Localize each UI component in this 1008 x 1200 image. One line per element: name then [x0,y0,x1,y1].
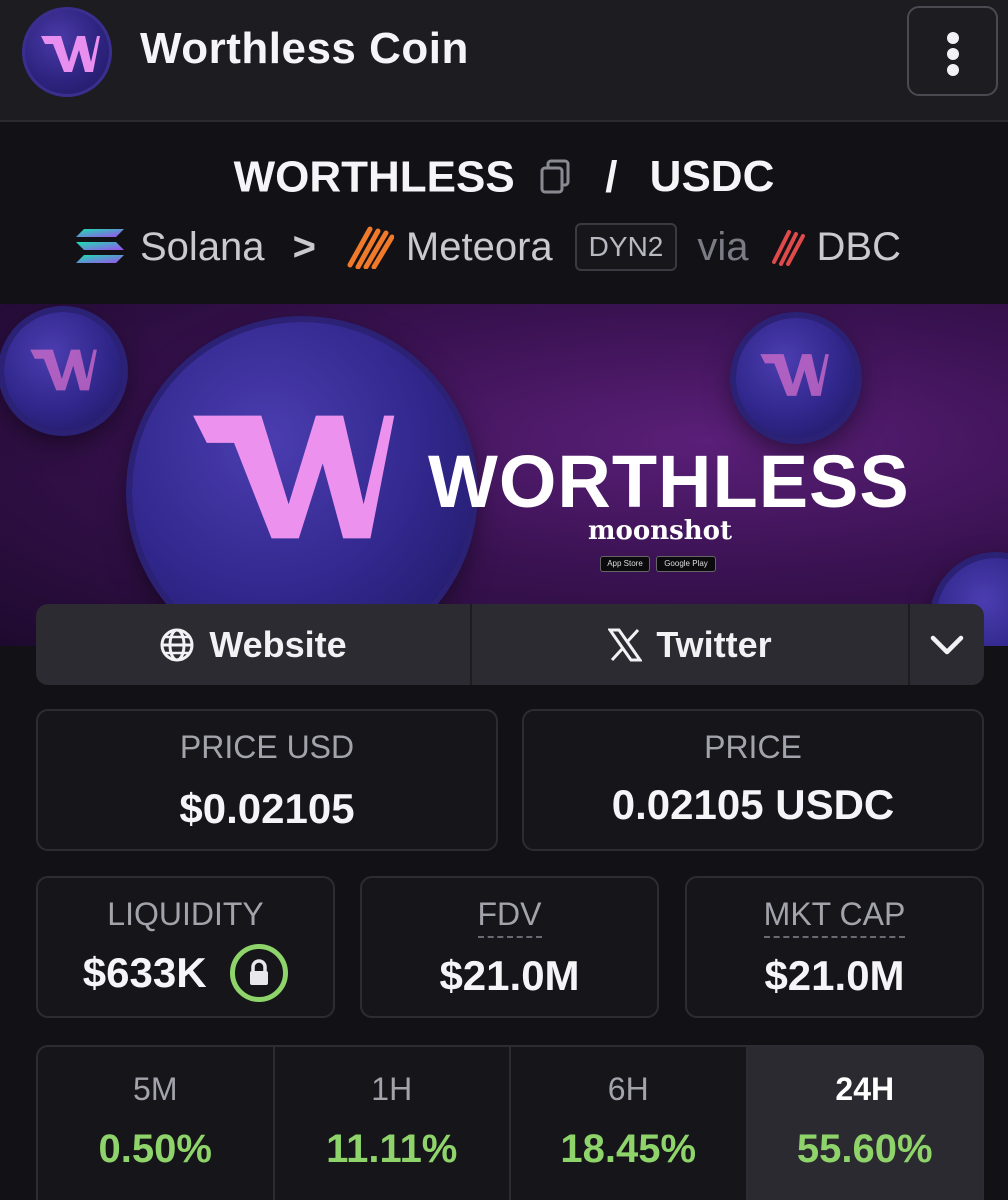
worthless-logo-icon [193,415,395,539]
fdv-label: FDV [477,896,542,938]
price-native-card: PRICE 0.02105 USDC [522,709,984,851]
app-store-badge: App Store [600,556,650,572]
tab-label: 5M [133,1071,178,1107]
pair-separator: / [605,152,618,202]
social-links-bar: Website Twitter [36,604,984,685]
lock-icon[interactable] [230,944,289,1002]
liquidity-card: LIQUIDITY $633K [36,876,335,1018]
market-cap-card[interactable]: MKT CAP $21.0M [685,876,984,1018]
app-header: Worthless Coin [0,0,1008,122]
store-badges: App Store Google Play [600,556,716,572]
tab-change-value: 55.60% [796,1127,933,1171]
dbc-icon [771,230,805,266]
dex-name[interactable]: Meteora [406,225,553,270]
tab-label: 1H [371,1071,413,1107]
website-label: Website [209,623,347,665]
pair-info: WORTHLESS / USDC Solana > Meteora DYN2 v… [0,124,1008,304]
fdv-label-wrap: FDV [362,896,657,938]
liquidity-label: LIQUIDITY [107,896,264,932]
base-token-symbol: WORTHLESS [233,152,515,202]
more-links-button[interactable] [910,604,984,685]
chain-name[interactable]: Solana [140,225,265,270]
mktcap-label: MKT CAP [763,896,906,938]
tab-1h[interactable]: 1H 11.11% [275,1047,511,1200]
tab-5m[interactable]: 5M 0.50% [38,1047,275,1200]
quote-token-symbol: USDC [649,152,775,202]
x-logo-icon [608,628,643,661]
menu-dot-icon [947,64,959,76]
tab-label: 24H [835,1071,895,1107]
mktcap-label-wrap: MKT CAP [687,896,982,938]
tab-24h[interactable]: 24H 55.60% [747,1047,982,1200]
worthless-logo-icon [41,36,100,72]
google-play-badge: Google Play [656,556,716,572]
kebab-menu-button[interactable] [907,6,998,96]
liquidity-value: $633K [82,949,207,996]
tab-6h[interactable]: 6H 18.45% [511,1047,748,1200]
menu-dot-icon [947,48,959,60]
twitter-button[interactable]: Twitter [472,604,910,685]
copy-icon[interactable] [539,159,571,195]
chevron-down-icon [930,635,964,654]
pool-type-badge: DYN2 [574,223,678,271]
large-coin-graphic [132,322,472,646]
price-usd-label: PRICE USD [179,729,355,765]
fdv-value: $21.0M [439,952,580,999]
website-button[interactable]: Website [36,604,472,685]
price-usd-value: $0.02105 [179,785,355,832]
chevron-right-icon: > [292,224,316,269]
worthless-logo-icon [30,349,97,391]
menu-dot-icon [947,32,959,44]
pair-title: WORTHLESS / USDC [0,150,1008,206]
price-change-tabs: 5M 0.50% 1H 11.11% 6H 18.45% 24H 55.60% [36,1045,984,1200]
price-label: PRICE [704,729,802,765]
price-native-value: 0.02105 USDC [611,781,895,828]
tab-change-value: 11.11% [326,1127,458,1171]
banner-title: WORTHLESS [428,440,910,523]
fdv-card[interactable]: FDV $21.0M [360,876,659,1018]
small-coin-graphic [4,312,122,430]
page-title: Worthless Coin [140,24,469,73]
token-logo [22,7,112,97]
tab-change-value: 0.50% [98,1127,212,1171]
banner-subtitle: moonshot [588,516,732,546]
price-usd-card: PRICE USD $0.02105 [36,709,498,851]
via-label: via [697,224,749,269]
solana-icon [76,229,124,263]
mktcap-value: $21.0M [764,952,905,999]
chain-breadcrumb: Solana > Meteora DYN2 via DBC [76,223,901,271]
small-coin-graphic [736,318,856,438]
twitter-label: Twitter [656,623,772,665]
token-banner-image: WORTHLESS moonshot App Store Google Play [0,304,1008,646]
tab-label: 6H [607,1071,649,1107]
launchpad-name: DBC [816,224,901,269]
liquidity-value-row: $633K [38,944,333,1002]
worthless-logo-icon [760,354,829,396]
meteora-icon [347,226,394,269]
tab-change-value: 18.45% [560,1127,697,1171]
globe-icon [160,628,194,661]
